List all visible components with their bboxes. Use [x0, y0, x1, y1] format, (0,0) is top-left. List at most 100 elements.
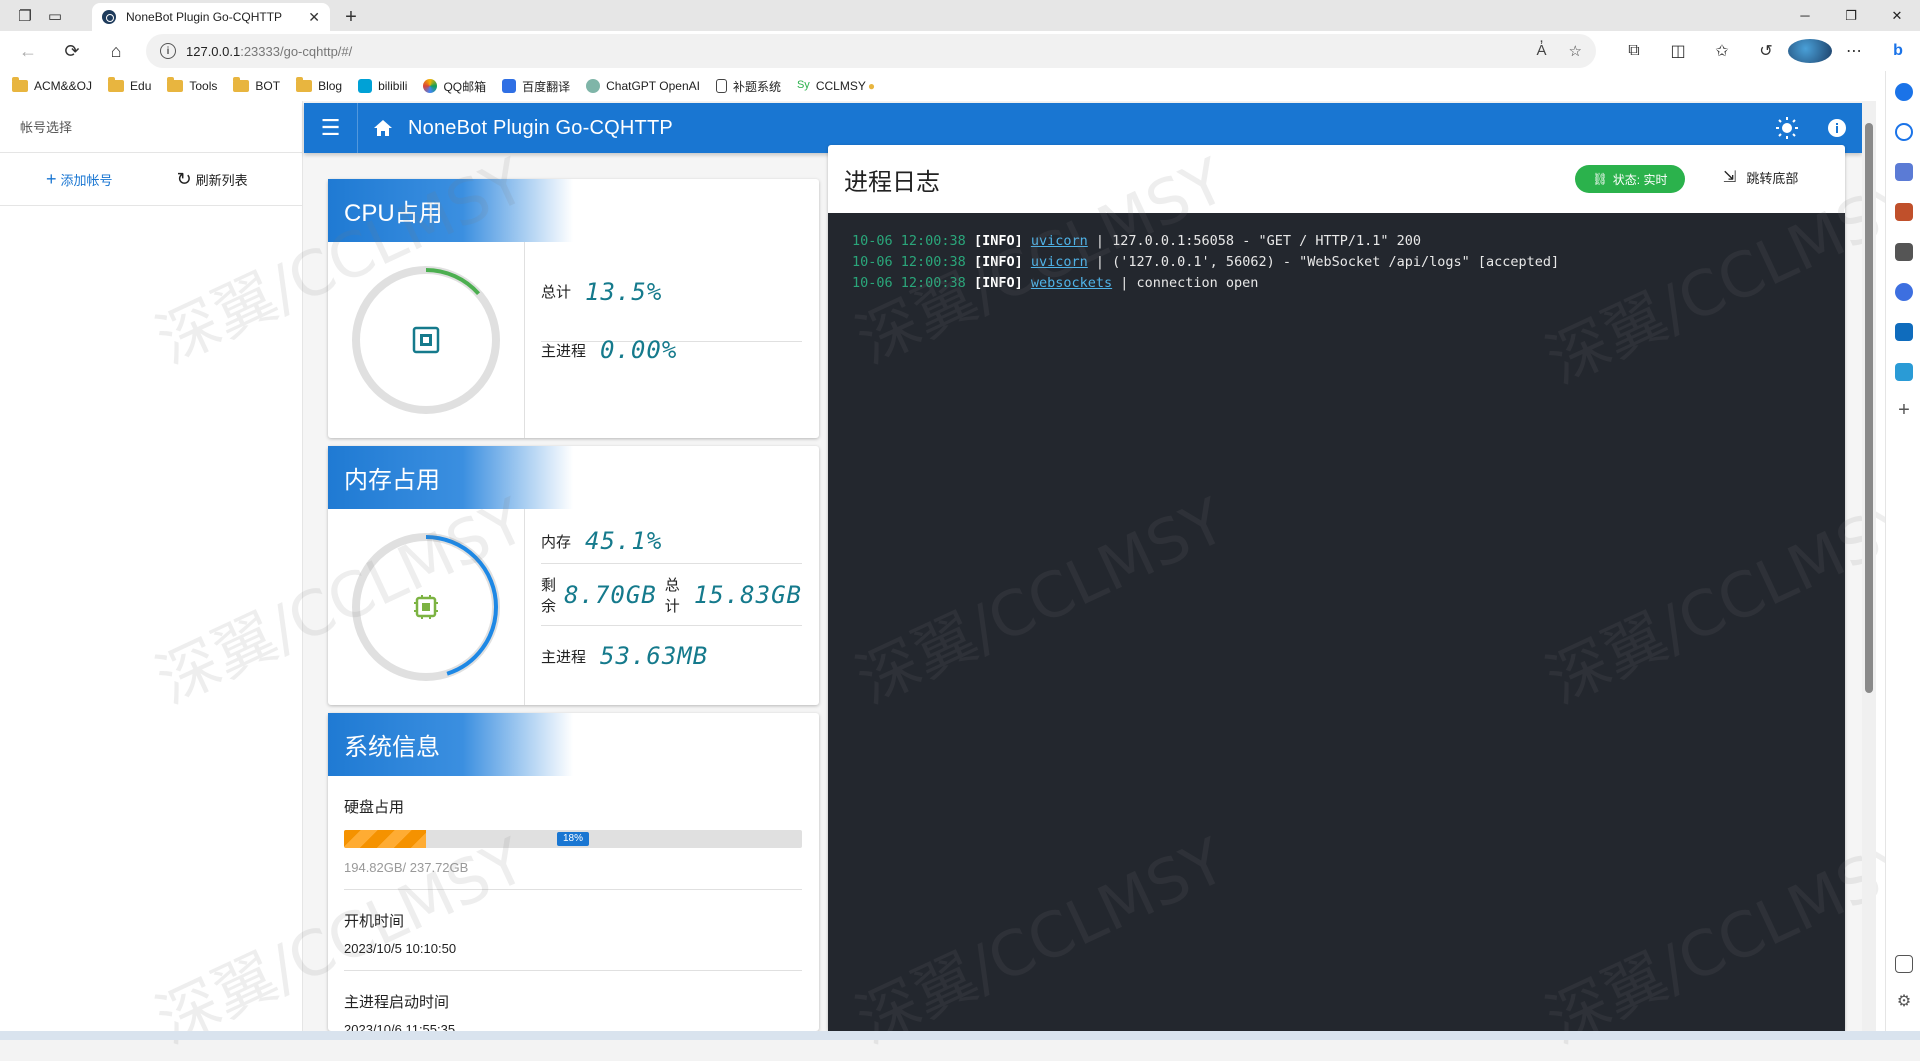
jump-to-bottom-button[interactable]: ⇲ 跳转底部	[1723, 167, 1798, 187]
log-line: 10-06 12:00:38 [INFO] uvicorn | ('127.0.…	[852, 252, 1821, 273]
log-module-link[interactable]: uvicorn	[1031, 254, 1088, 270]
bookmark-item[interactable]: bilibili	[358, 79, 407, 93]
bookmark-item[interactable]: Blog	[296, 77, 343, 93]
bookmark-item[interactable]: QQ邮箱	[423, 78, 486, 95]
window-controls: ─ ❐ ✕	[1782, 0, 1920, 31]
hamburger-menu-icon[interactable]: ☰	[304, 103, 358, 153]
cpu-stats: 总计 13.5% 主进程 0.00%	[541, 242, 802, 438]
memory-percent-row: 内存 45.1%	[541, 509, 802, 564]
back-button[interactable]: ←	[6, 31, 50, 71]
bookmark-item[interactable]: 百度翻译	[502, 78, 570, 95]
tab-close-icon[interactable]: ✕	[308, 9, 320, 26]
url-host: 127.0.0.1	[186, 43, 241, 59]
log-title: 进程日志	[844, 168, 940, 196]
log-time: 10-06 12:00:38	[852, 233, 966, 249]
bookmark-item[interactable]: Tools	[167, 77, 217, 93]
disk-percent-badge: 18%	[557, 832, 590, 846]
home-icon[interactable]	[358, 119, 408, 137]
bookmark-item[interactable]: ChatGPT OpenAI	[586, 79, 700, 93]
add-account-label: 添加帐号	[60, 172, 113, 188]
plus-icon: +	[46, 168, 57, 189]
notification-bell-icon[interactable]	[1895, 83, 1913, 101]
profile-avatar[interactable]	[1788, 39, 1832, 63]
bookmark-item[interactable]: BOT	[233, 77, 280, 93]
games-icon[interactable]	[1895, 243, 1913, 261]
process-start-label: 主进程启动时间	[344, 994, 450, 1011]
log-card: 进程日志 ⛓ 状态: 实时 ⇲ 跳转底部 10-06 12:00:38 [INFO]…	[828, 145, 1845, 1031]
office-icon[interactable]	[1895, 283, 1913, 301]
outlook-icon[interactable]	[1895, 323, 1913, 341]
account-panel-title: 帐号选择	[0, 101, 302, 153]
boot-time-block: 开机时间 2023/10/5 10:10:50	[344, 890, 802, 971]
memory-percent-value: 45.1%	[585, 527, 663, 555]
qqmail-icon	[423, 79, 438, 93]
favorite-star-icon[interactable]: ☆	[1569, 42, 1582, 60]
baidu-translate-icon	[502, 79, 517, 93]
status-realtime-chip[interactable]: ⛓ 状态: 实时	[1575, 165, 1685, 193]
reload-button[interactable]: ⟳	[50, 31, 94, 71]
site-info-icon[interactable]: i	[160, 43, 176, 59]
split-screen-icon[interactable]: ◫	[1656, 41, 1700, 61]
edge-sidebar: + ⚙	[1885, 71, 1920, 1040]
url-field[interactable]: i 127.0.0.1:23333/go-cqhttp/#/ A̓ ☆	[146, 34, 1596, 68]
bookmark-label: ChatGPT OpenAI	[606, 79, 700, 93]
cpu-main-row: 主进程 0.00%	[541, 336, 802, 438]
extensions-icon[interactable]: ⧉	[1612, 42, 1656, 60]
close-window-button[interactable]: ✕	[1874, 0, 1920, 31]
folder-icon	[296, 77, 313, 92]
refresh-icon: ↻	[176, 168, 192, 189]
bookmark-item[interactable]: 补题系统	[715, 78, 781, 95]
bookmark-item[interactable]: Edu	[108, 77, 151, 93]
log-module-link[interactable]: uvicorn	[1031, 233, 1088, 249]
bookmark-label: 补题系统	[732, 79, 781, 94]
minimize-button[interactable]: ─	[1782, 0, 1828, 31]
new-tab-button[interactable]: +	[336, 3, 366, 31]
bookmark-item[interactable]: ACM&&OJ	[12, 77, 93, 93]
log-module-link[interactable]: websockets	[1031, 275, 1112, 291]
chatgpt-icon	[586, 79, 601, 93]
settings-gear-icon[interactable]: ⚙	[1895, 993, 1913, 1011]
folder-icon	[233, 77, 250, 92]
log-terminal: 10-06 12:00:38 [INFO] uvicorn | 127.0.0.…	[828, 213, 1845, 1031]
tab-actions-icon[interactable]: ▭	[40, 0, 70, 31]
active-tab[interactable]: NoneBot Plugin Go-CQHTTP ✕	[92, 3, 330, 31]
favorites-icon[interactable]: ✩	[1700, 41, 1744, 61]
emoji-icon: ●	[867, 79, 876, 93]
scrollbar-thumb[interactable]	[1865, 123, 1873, 693]
app-root: 帐号选择 + 添加帐号 ↻ 刷新列表 ☰ NoneBot Plugin Go-CQH…	[0, 101, 1920, 1058]
page-scrollbar[interactable]	[1862, 101, 1876, 1031]
log-line: 10-06 12:00:38 [INFO] websockets | conne…	[852, 273, 1821, 294]
cpu-main-value: 0.00%	[600, 336, 678, 364]
tag-icon[interactable]	[1895, 163, 1913, 181]
restore-button[interactable]: ❐	[1828, 0, 1874, 31]
add-account-button[interactable]: + 添加帐号	[46, 169, 113, 190]
boot-time-value: 2023/10/5 10:10:50	[344, 941, 457, 956]
cpu-ring	[328, 242, 525, 438]
hide-sidebar-icon[interactable]	[1895, 955, 1913, 973]
add-sidebar-icon[interactable]: +	[1895, 400, 1913, 420]
bookmark-label: ACM&&OJ	[34, 79, 93, 93]
account-actions: + 添加帐号 ↻ 刷新列表	[0, 153, 302, 206]
refresh-list-button[interactable]: ↻ 刷新列表	[177, 169, 248, 190]
read-aloud-icon[interactable]: A̓	[1537, 42, 1547, 60]
link-icon: ⛓	[1592, 172, 1608, 186]
bookmark-label: QQ邮箱	[443, 79, 487, 94]
more-menu-icon[interactable]: ⋯	[1832, 41, 1876, 61]
history-icon[interactable]: ↺	[1744, 41, 1788, 61]
toolbox-icon[interactable]	[1895, 203, 1913, 221]
system-card: 系统信息 硬盘占用 18% 194.82GB/ 237.72GB 开机时间 20…	[328, 713, 819, 1037]
refresh-list-label: 刷新列表	[195, 172, 248, 188]
home-button[interactable]: ⌂	[94, 31, 138, 71]
memory-chip-icon	[414, 595, 438, 619]
workspaces-icon[interactable]: ❐	[10, 0, 40, 31]
search-icon[interactable]	[1895, 123, 1913, 141]
memory-free-row: 剩余 8.70GB 总计 15.83GB	[541, 564, 802, 626]
tab-favicon-icon	[102, 10, 116, 24]
copilot-icon[interactable]: b	[1876, 42, 1920, 60]
log-level: [INFO]	[973, 233, 1023, 249]
bookmark-item[interactable]: Sy CCLMSY ●	[797, 79, 875, 93]
drop-icon[interactable]	[1895, 363, 1913, 381]
bookmark-label: bilibili	[378, 79, 408, 93]
cpu-card: CPU占用 总计 13.5% 主进程 0.00%	[328, 179, 819, 438]
bookmark-label: Blog	[318, 79, 343, 93]
